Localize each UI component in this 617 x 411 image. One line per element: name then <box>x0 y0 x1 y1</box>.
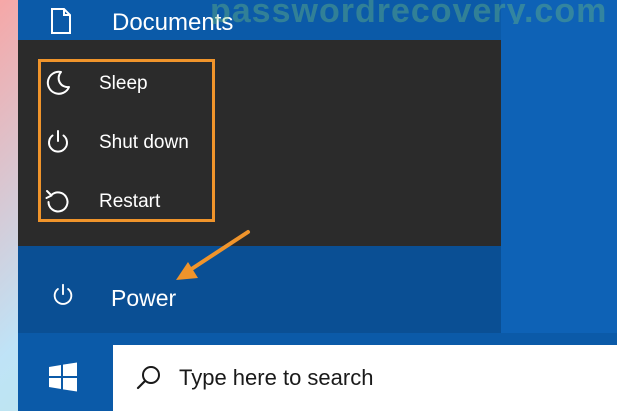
power-icon <box>50 282 76 313</box>
annotation-highlight-box <box>38 59 215 222</box>
power-button[interactable]: Power <box>18 256 501 336</box>
watermark: passwordrecovery.com <box>210 0 608 24</box>
windows-logo-icon <box>48 362 78 397</box>
search-input[interactable] <box>179 361 599 395</box>
start-button[interactable] <box>18 345 110 411</box>
document-icon <box>50 8 72 39</box>
taskbar-search-box[interactable] <box>113 345 617 411</box>
start-menu-tile-area <box>501 0 617 333</box>
power-label: Power <box>111 285 177 311</box>
search-icon <box>135 364 163 397</box>
